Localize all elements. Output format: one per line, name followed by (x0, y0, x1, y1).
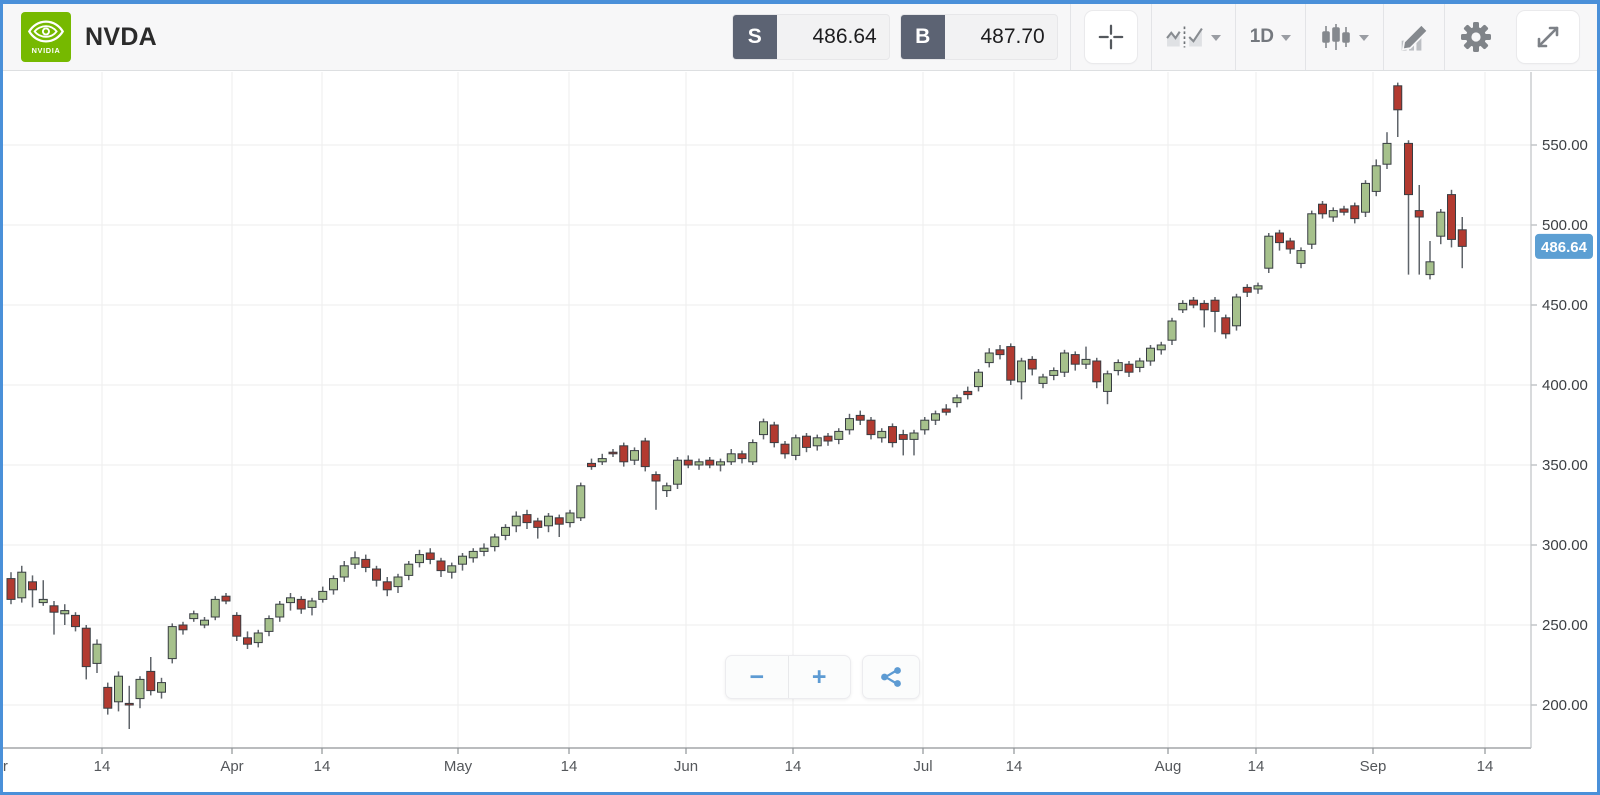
svg-text:400.00: 400.00 (1542, 377, 1588, 394)
toolbar-separator (1150, 4, 1152, 70)
svg-text:350.00: 350.00 (1542, 457, 1588, 474)
fullscreen-button[interactable] (1517, 11, 1579, 63)
share-icon (881, 667, 901, 687)
crosshair-button[interactable] (1084, 11, 1137, 63)
settings-gear-icon[interactable] (1459, 20, 1493, 54)
svg-text:14: 14 (94, 758, 111, 775)
timeframe-dropdown[interactable]: 1D (1238, 4, 1303, 70)
sell-price: 486.64 (812, 25, 877, 48)
svg-text:14: 14 (314, 758, 331, 775)
nvidia-eye-icon (27, 19, 65, 43)
svg-text:May: May (444, 758, 473, 775)
toolbar-separator (1234, 4, 1236, 70)
toolbar-separator (1305, 4, 1306, 70)
svg-text:500.00: 500.00 (1542, 217, 1588, 234)
svg-text:450.00: 450.00 (1542, 297, 1588, 314)
nvidia-wordmark: NVIDIA (32, 46, 61, 55)
candle-style-icon (1322, 24, 1350, 50)
sell-button[interactable]: S 486.64 (731, 14, 890, 60)
current-price-badge: 486.64 (1535, 233, 1593, 259)
svg-text:486.64: 486.64 (1541, 239, 1588, 256)
sell-badge: S (732, 15, 777, 59)
toolbar: NVIDIA NVDA S 486.64 B 487.70 1D (3, 4, 1597, 71)
svg-text:14: 14 (1477, 758, 1494, 775)
svg-text:14: 14 (1006, 758, 1023, 775)
svg-text:300.00: 300.00 (1542, 537, 1588, 554)
draw-tools-button[interactable] (1386, 4, 1442, 70)
chart-window: NVIDIA NVDA S 486.64 B 487.70 1D 550.00 … (0, 0, 1600, 795)
gridlines (3, 72, 1531, 748)
crosshair-section (1073, 4, 1149, 70)
chevron-down-icon (1210, 35, 1221, 41)
axes (3, 72, 1537, 754)
nvidia-logo: NVIDIA (21, 12, 71, 62)
instrument-header: NVIDIA NVDA (21, 12, 732, 62)
candles (6, 82, 1467, 729)
svg-text:NVIDIA: NVIDIA (32, 46, 61, 55)
buy-badge: B (900, 15, 945, 59)
svg-text:Aug: Aug (1155, 758, 1182, 775)
svg-text:Mar: Mar (3, 758, 8, 775)
chart-area: 550.00 500.00 450.00 400.00 350.00 300.00 250.… (3, 72, 1597, 792)
settings-section (1447, 4, 1505, 70)
symbol-title: NVDA (85, 22, 158, 51)
buy-price: 487.70 (980, 25, 1045, 48)
candle-style-dropdown[interactable] (1308, 4, 1381, 70)
timeframe-label: 1D (1249, 26, 1274, 47)
toolbar-separator (1069, 4, 1071, 70)
svg-text:14: 14 (785, 758, 802, 775)
toolbar-separator (1383, 4, 1384, 70)
buy-button[interactable]: B 487.70 (899, 14, 1058, 60)
zoom-out-button[interactable]: − (726, 656, 788, 698)
share-button[interactable] (862, 655, 920, 699)
svg-text:Jun: Jun (674, 758, 698, 775)
compare-charts-button[interactable] (1154, 4, 1233, 70)
svg-text:200.00: 200.00 (1542, 697, 1588, 714)
chevron-down-icon (1281, 35, 1291, 41)
svg-text:550.00: 550.00 (1542, 137, 1588, 154)
svg-text:Jul: Jul (913, 758, 932, 775)
zoom-in-button[interactable]: + (788, 656, 850, 698)
zoom-controls: − + (725, 655, 851, 699)
compare-charts-icon (1165, 26, 1203, 48)
toolbar-right: S 486.64 B 487.70 1D (731, 4, 1591, 70)
chevron-down-icon (1359, 35, 1369, 41)
svg-text:Sep: Sep (1360, 758, 1387, 775)
fullscreen-section (1505, 4, 1591, 70)
svg-text:14: 14 (1248, 758, 1265, 775)
toolbar-separator (1444, 4, 1445, 70)
svg-text:Apr: Apr (220, 758, 243, 775)
svg-text:14: 14 (561, 758, 578, 775)
svg-text:250.00: 250.00 (1542, 617, 1588, 634)
expand-arrows-icon (1537, 26, 1559, 48)
draw-pencil-icon (1401, 23, 1429, 51)
crosshair-icon (1098, 24, 1124, 50)
